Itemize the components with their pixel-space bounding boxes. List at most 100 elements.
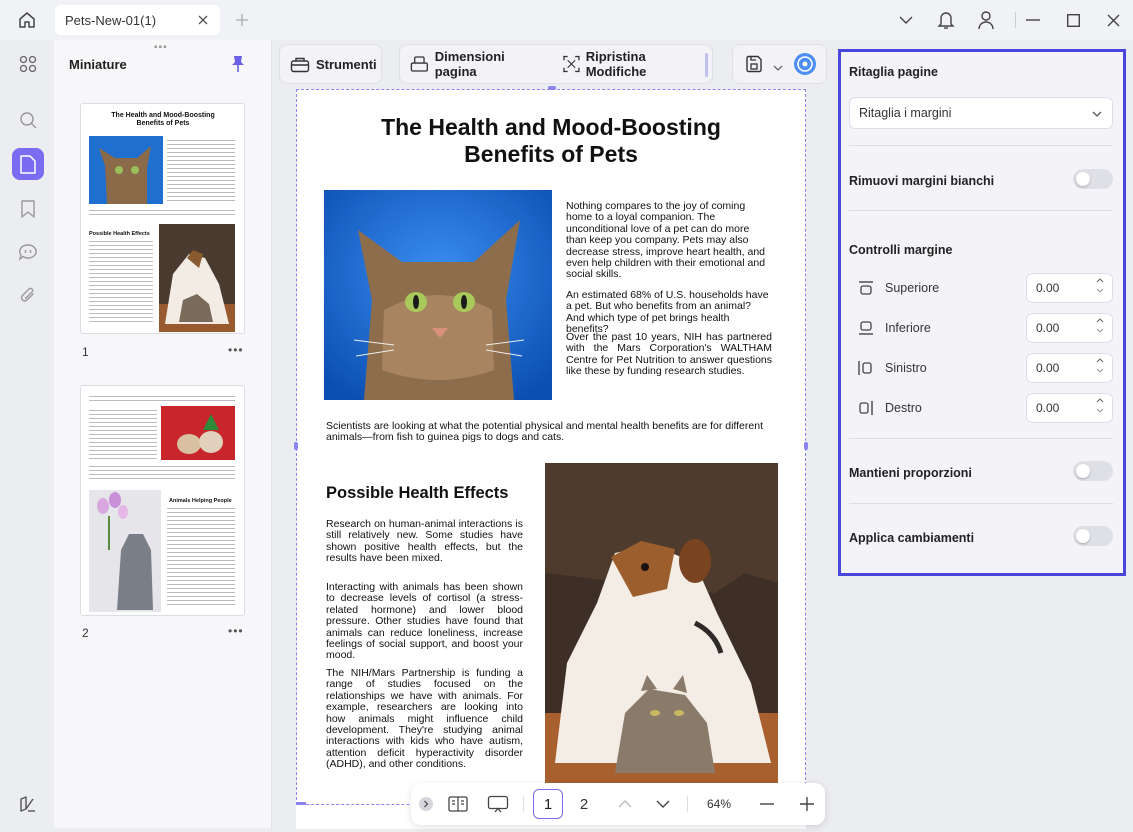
stepper-arrows-icon[interactable]	[1096, 398, 1104, 413]
zoom-in-icon[interactable]	[795, 783, 819, 825]
page-tools-group: Dimensioni pagina Ripristina Modifiche	[399, 44, 713, 84]
margin-controls-title: Controlli margine	[849, 243, 953, 257]
close-tab-icon[interactable]	[195, 12, 211, 28]
document-title-line-2: Benefits of Pets	[464, 141, 638, 167]
thumb2-heading: Animals Helping People	[169, 498, 232, 504]
margin-row-right: Destro 0.00	[849, 393, 1113, 423]
keep-proportions-label: Mantieni proporzioni	[849, 466, 972, 480]
thumb1-dog-image	[159, 224, 235, 332]
minimize-icon[interactable]	[1022, 10, 1044, 30]
margin-left-input[interactable]: 0.00	[1026, 353, 1113, 383]
page-thumbnail-1[interactable]: The Health and Mood-Boosting Benefits of…	[81, 104, 244, 333]
margin-right-input[interactable]: 0.00	[1026, 393, 1113, 423]
remove-white-margins-label: Rimuovi margini bianchi	[849, 174, 995, 188]
section-divider	[849, 145, 1113, 146]
crop-mode-select[interactable]: Ritaglia i margini	[849, 97, 1113, 129]
page-thumbnail-2[interactable]: Animals Helping People	[81, 386, 244, 615]
toolbox-icon	[290, 57, 310, 73]
add-tab-icon[interactable]	[232, 10, 252, 30]
document-tab[interactable]: Pets-New-01(1)	[55, 5, 220, 35]
paragraph-partnership: The NIH/Mars Partnership is funding a ra…	[326, 667, 523, 771]
remove-white-margins-toggle[interactable]	[1073, 169, 1113, 189]
paragraph-research: Research on human-animal interactions is…	[326, 518, 523, 565]
crop-handle-bottom-left[interactable]	[296, 802, 306, 805]
crop-mode-value: Ritaglia i margini	[859, 106, 952, 120]
section-divider	[849, 210, 1113, 211]
search-icon[interactable]	[12, 104, 44, 136]
next-page-icon[interactable]	[651, 783, 675, 825]
page-size-icon	[410, 56, 428, 72]
crop-handle-left[interactable]	[294, 442, 298, 450]
crop-pages-panel: Ritaglia pagine Ritaglia i margini Rimuo…	[838, 49, 1126, 576]
margin-row-top: Superiore 0.00	[849, 273, 1113, 303]
panel-resize-handle[interactable]: ▪▪▪	[154, 42, 168, 53]
stepper-arrows-icon[interactable]	[1096, 318, 1104, 333]
page-thumbnails-icon[interactable]	[12, 148, 44, 180]
page-1-button[interactable]: 1	[533, 789, 563, 819]
document-title: The Health and Mood-Boosting Benefits of…	[296, 114, 806, 168]
chevron-down-icon[interactable]	[895, 10, 917, 30]
maximize-icon[interactable]	[1062, 10, 1084, 30]
crop-handle-right[interactable]	[804, 442, 808, 450]
crop-handle-top[interactable]	[548, 86, 556, 90]
zoom-level[interactable]: 64%	[698, 783, 740, 825]
crop-reset-icon	[563, 55, 580, 73]
stepper-arrows-icon[interactable]	[1096, 358, 1104, 373]
chevron-down-icon	[1092, 107, 1102, 121]
section-divider	[849, 503, 1113, 504]
tools-group: Strumenti	[279, 44, 382, 84]
zoom-out-icon[interactable]	[755, 783, 779, 825]
apply-changes-toggle[interactable]	[1073, 526, 1113, 546]
margin-bottom-value: 0.00	[1036, 321, 1060, 335]
margin-right-value: 0.00	[1036, 401, 1060, 415]
previous-page-icon[interactable]	[613, 783, 637, 825]
keep-proportions-toggle[interactable]	[1073, 461, 1113, 481]
thumb2-text-lines	[89, 396, 235, 402]
margin-top-label: Superiore	[885, 281, 940, 295]
document-area: Strumenti Dimensioni pagina Ripristina M…	[272, 40, 835, 832]
tools-button[interactable]: Strumenti	[280, 45, 387, 83]
margin-bottom-input[interactable]: 0.00	[1026, 313, 1113, 343]
home-icon[interactable]	[14, 8, 40, 32]
title-bar: Pets-New-01(1)	[0, 0, 1133, 40]
bell-icon[interactable]	[935, 10, 957, 30]
save-icon[interactable]	[745, 55, 763, 78]
page-size-button[interactable]: Dimensioni pagina	[400, 45, 553, 83]
close-window-icon[interactable]	[1102, 10, 1124, 30]
reset-changes-button[interactable]: Ripristina Modifiche	[553, 45, 712, 83]
bookmark-icon[interactable]	[12, 193, 44, 225]
comment-icon[interactable]	[12, 236, 44, 268]
collapse-nav-icon[interactable]	[417, 783, 435, 825]
presentation-icon[interactable]	[485, 783, 511, 825]
thumb2-text-lines-3	[89, 466, 235, 480]
pin-icon[interactable]	[230, 55, 246, 78]
two-page-view-icon[interactable]	[445, 783, 471, 825]
thumb1-cat-image	[89, 136, 163, 204]
apply-changes-label: Applica cambiamenti	[849, 531, 975, 545]
ai-assistant-icon[interactable]	[793, 52, 817, 81]
user-icon[interactable]	[975, 10, 997, 30]
cat-photo	[324, 190, 552, 400]
attachment-icon[interactable]	[12, 280, 44, 312]
thumb1-text-lines	[167, 140, 235, 202]
thumbnail-more-icon[interactable]: •••	[228, 624, 244, 638]
page-navigation-bar: 1 2 64%	[411, 783, 825, 825]
toolbar-scroll-indicator	[705, 53, 708, 77]
sidebar-toggle-icon[interactable]	[12, 788, 44, 820]
thumb1-title: The Health and Mood-Boosting Benefits of…	[111, 112, 215, 127]
document-page[interactable]: The Health and Mood-Boosting Benefits of…	[296, 89, 806, 829]
save-options-chevron-icon[interactable]	[773, 59, 783, 77]
apps-grid-icon[interactable]	[12, 48, 44, 80]
thumb1-text-lines-3	[89, 241, 153, 325]
left-toolbar	[0, 40, 54, 832]
margin-right-icon	[859, 401, 873, 415]
margin-left-icon	[858, 361, 872, 375]
save-ai-group	[732, 44, 827, 84]
margin-bottom-icon	[859, 321, 873, 335]
thumbnail-page-number: 1	[82, 345, 89, 359]
margin-top-input[interactable]: 0.00	[1026, 273, 1113, 303]
thumbnail-more-icon[interactable]: •••	[228, 343, 244, 357]
document-title-line-1: The Health and Mood-Boosting	[381, 114, 721, 140]
stepper-arrows-icon[interactable]	[1096, 278, 1104, 293]
page-2-button[interactable]: 2	[569, 789, 599, 819]
